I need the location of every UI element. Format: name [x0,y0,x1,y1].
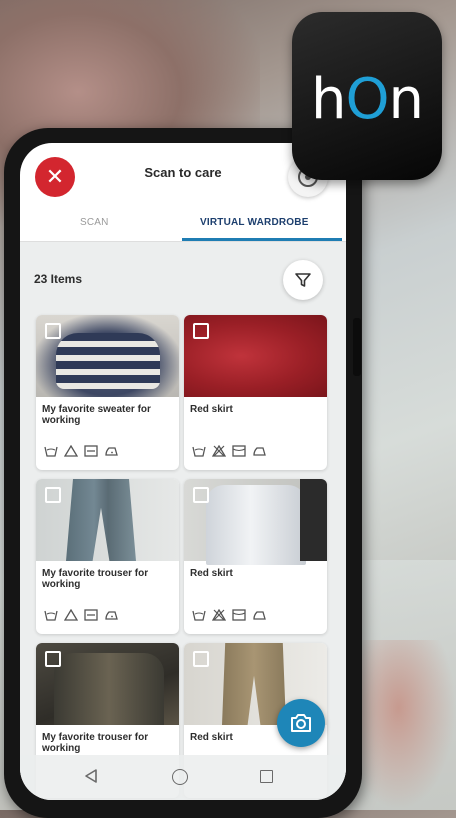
background-photo-hand [360,640,456,810]
wash-icon [44,446,58,457]
filter-button[interactable] [283,260,323,300]
recent-apps-icon[interactable] [260,770,273,783]
wash-icon [192,610,206,621]
logo-letter-o: O [345,66,389,132]
scan-camera-button[interactable] [277,699,325,747]
bleach-icon [64,609,78,621]
wardrobe-card[interactable]: Red skirt [184,479,327,634]
select-checkbox[interactable] [45,651,61,667]
select-checkbox[interactable] [45,323,61,339]
care-icons [192,609,266,623]
dry-icon [84,609,98,621]
care-icons [192,445,266,459]
iron-icon [105,447,118,456]
system-nav-bar [20,755,346,800]
wardrobe-card[interactable]: Red skirt [184,315,327,470]
phone-side-button [353,318,361,376]
items-count: 23 Items [34,272,83,286]
no-bleach-icon [212,609,226,621]
wash-icon [192,446,206,457]
iron-icon [105,611,118,620]
dry-icon [232,609,246,621]
card-title: My favorite trouser for working [42,568,149,590]
active-tab-indicator [182,238,342,241]
care-icons [44,445,118,459]
wash-icon [44,610,58,621]
card-title: Red skirt [190,404,233,415]
back-icon[interactable] [84,768,98,784]
care-icons [44,609,118,623]
card-title: Red skirt [190,568,233,579]
bleach-icon [64,445,78,457]
hon-logo: hOn [292,12,442,180]
wardrobe-card[interactable]: My favorite sweater for working [36,315,179,470]
iron-icon [253,447,266,456]
card-title: My favorite trouser for working [42,732,149,754]
camera-icon [291,714,311,732]
select-checkbox[interactable] [193,323,209,339]
dry-icon [232,445,246,457]
logo-letter-n: n [388,66,424,132]
tab-virtual-wardrobe[interactable]: VIRTUAL WARDROBE [200,217,309,228]
wardrobe-card[interactable]: My favorite trouser for working [36,479,179,634]
card-title: My favorite sweater for working [42,404,151,426]
select-checkbox[interactable] [193,487,209,503]
filter-icon [295,273,311,287]
select-checkbox[interactable] [193,651,209,667]
iron-icon [253,611,266,620]
dry-icon [84,445,98,457]
phone-screen: ✕ Scan to care SCAN VIRTUAL WARDROBE 23 … [20,143,346,800]
no-bleach-icon [212,445,226,457]
select-checkbox[interactable] [45,487,61,503]
tab-scan[interactable]: SCAN [80,217,109,228]
logo-letter-h: h [310,66,346,132]
home-icon[interactable] [172,769,188,785]
tab-bar: SCAN VIRTUAL WARDROBE [20,207,346,242]
